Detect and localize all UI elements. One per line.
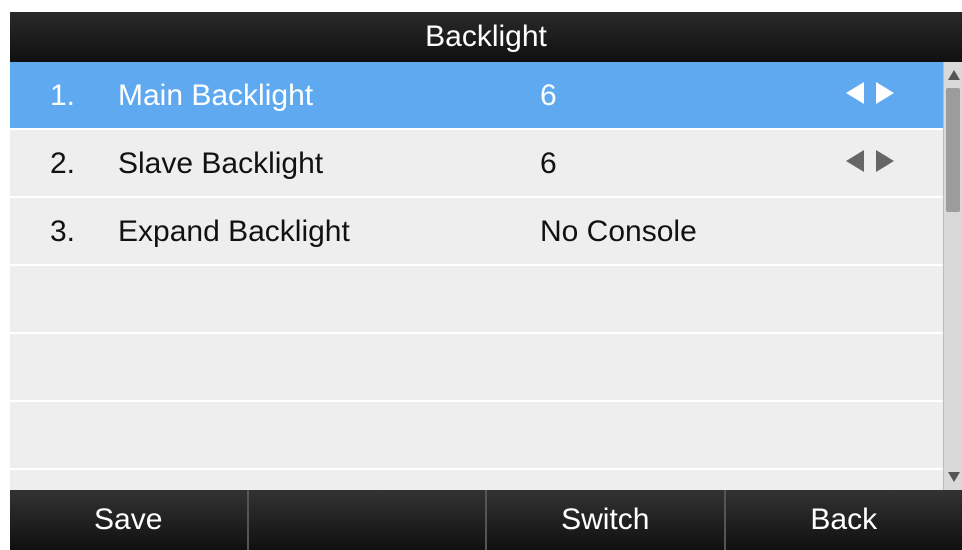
right-arrow-icon[interactable]: [876, 150, 894, 172]
item-value: 6: [540, 147, 557, 180]
save-button[interactable]: Save: [10, 490, 249, 550]
item-label: Slave Backlight: [118, 147, 324, 180]
scroll-up-icon[interactable]: [948, 70, 960, 80]
settings-list: 1. Main Backlight 6 2. Slave Backlight 6…: [10, 62, 943, 490]
scroll-down-icon[interactable]: [948, 472, 960, 482]
list-item-slave-backlight[interactable]: 2. Slave Backlight 6: [10, 130, 943, 198]
page-title: Backlight: [10, 12, 962, 62]
item-label: Expand Backlight: [118, 215, 350, 248]
left-arrow-icon[interactable]: [846, 82, 864, 104]
value-switch-arrows: [846, 150, 894, 172]
item-value: No Console: [540, 215, 697, 248]
list-item-expand-backlight[interactable]: 3. Expand Backlight No Console: [10, 198, 943, 266]
right-arrow-icon[interactable]: [876, 82, 894, 104]
item-label: Main Backlight: [118, 79, 314, 112]
empty-softkey[interactable]: [249, 490, 487, 550]
item-number: 1.: [50, 79, 76, 112]
back-button[interactable]: Back: [726, 490, 962, 550]
phone-screen: Backlight 1. Main Backlight 6 2. Slave B…: [0, 0, 962, 550]
empty-list-row: [10, 402, 943, 470]
switch-button[interactable]: Switch: [487, 490, 726, 550]
scrollbar-thumb[interactable]: [946, 88, 960, 212]
list-item-main-backlight[interactable]: 1. Main Backlight 6: [10, 62, 943, 130]
item-number: 2.: [50, 147, 76, 180]
value-switch-arrows: [846, 82, 894, 104]
item-value: 6: [540, 79, 557, 112]
left-arrow-icon[interactable]: [846, 150, 864, 172]
item-number: 3.: [50, 215, 76, 248]
empty-list-row: [10, 266, 943, 334]
softkey-bar: Save Switch Back: [10, 490, 962, 550]
scrollbar[interactable]: [943, 62, 962, 490]
empty-list-row: [10, 334, 943, 402]
